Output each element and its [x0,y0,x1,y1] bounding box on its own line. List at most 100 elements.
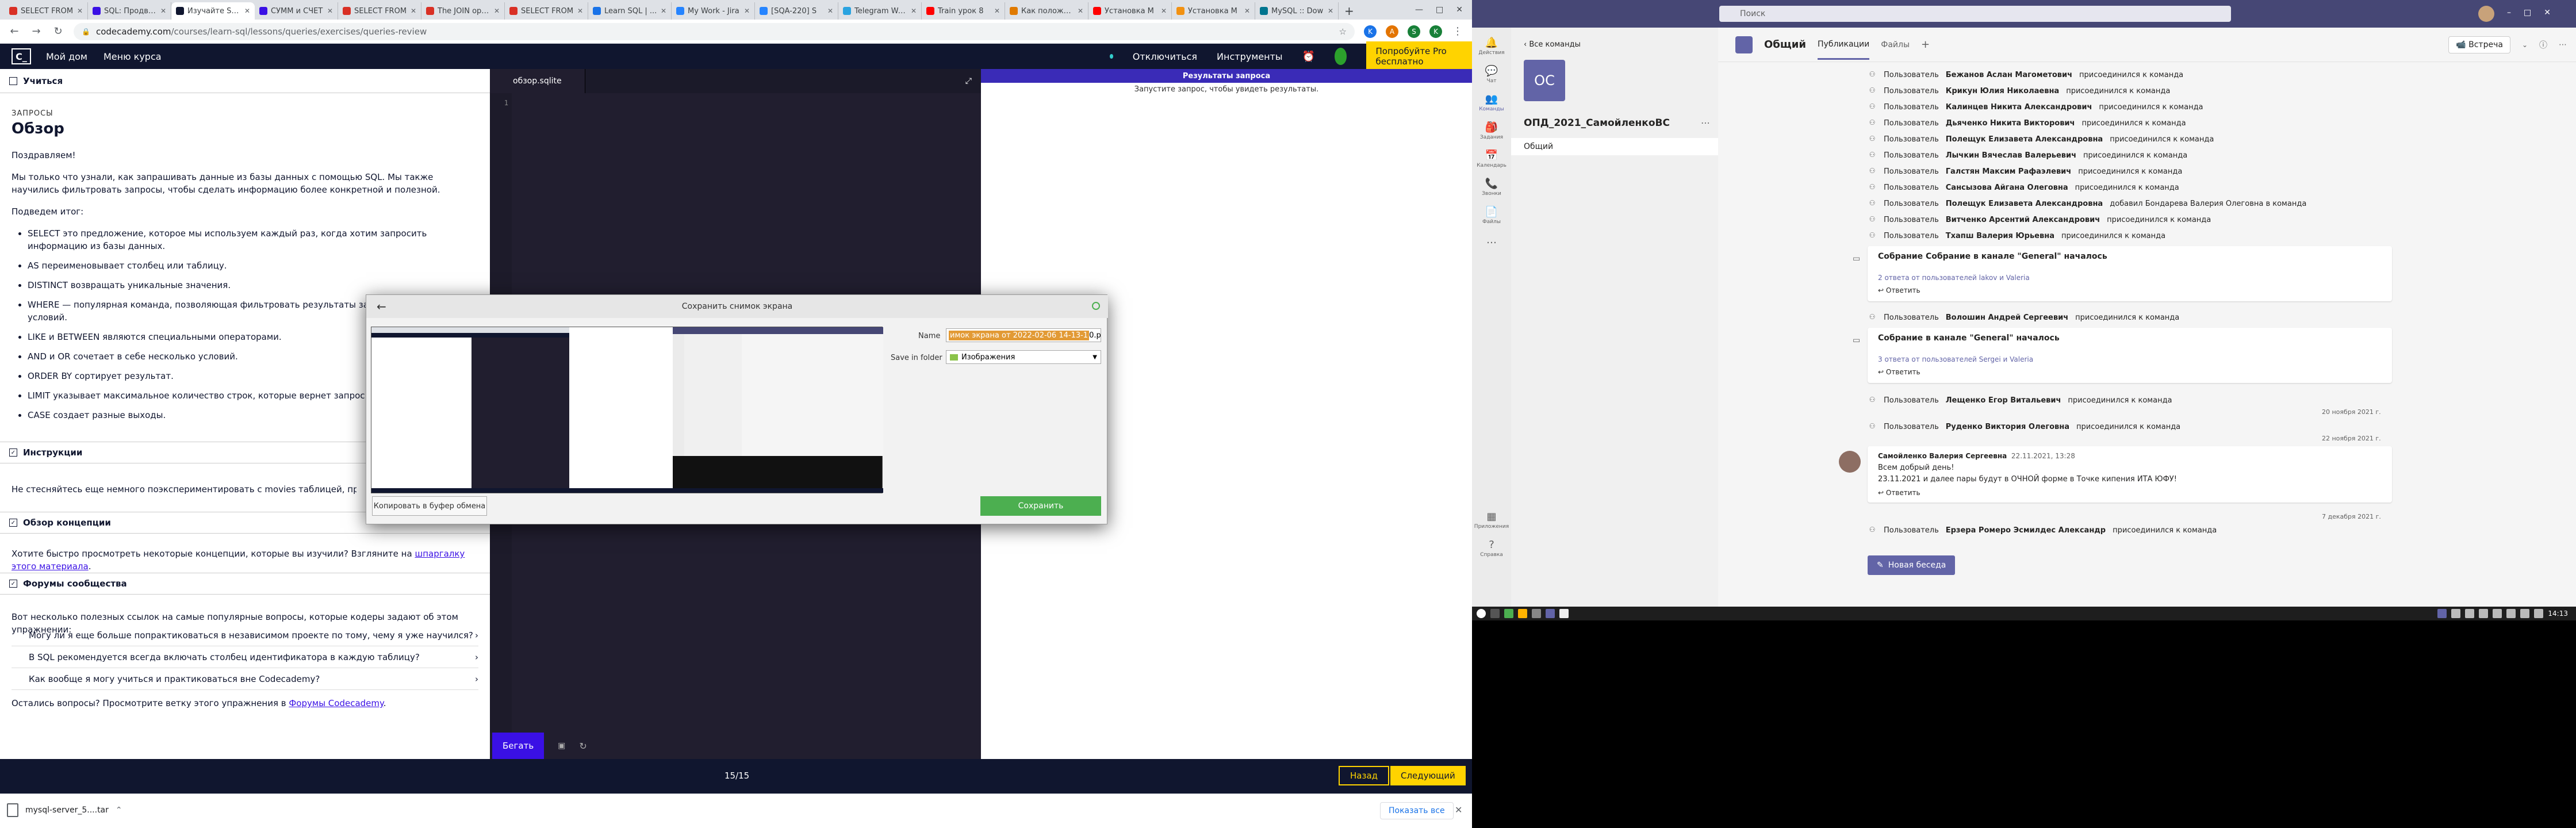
chevron-up-icon[interactable]: ⌃ [116,806,122,815]
codecademy-logo[interactable]: C_ [12,48,31,64]
browser-tab[interactable]: Как положить ✕ [1005,2,1088,20]
tray-icon[interactable] [2493,609,2502,618]
app-icon[interactable] [1546,609,1555,618]
tray-icon[interactable] [2451,609,2461,618]
rail-assignments[interactable]: 🎒 Задания [1472,121,1511,140]
all-teams-link[interactable]: ‹ Все команды [1524,40,1581,49]
browser-tab[interactable]: SELECT FROM ✕ [505,2,588,20]
filename-input[interactable]: имок экрана от 2022-02-06 14-13-10.png [946,328,1101,342]
rail-more[interactable]: … [1472,234,1511,246]
close-tab-icon[interactable]: ✕ [327,7,333,15]
extension-icon[interactable]: S [1408,25,1420,38]
show-all-button[interactable]: Показать все [1380,802,1454,819]
tools-link[interactable]: Инструменты [1217,51,1283,62]
close-tab-icon[interactable]: ✕ [244,7,250,15]
browser-tab[interactable]: Установка M ✕ [1088,2,1172,20]
rail-calendar[interactable]: 📅 Календарь [1472,150,1511,168]
run-button[interactable]: Бегать [492,733,545,759]
browser-tab[interactable]: [SQA-220] S ✕ [755,2,838,20]
profile-avatar[interactable]: K [1429,25,1442,38]
forums-section[interactable]: ✓ Форумы сообщества [0,573,490,595]
reply-button[interactable]: ↩ Ответить [1878,489,1920,497]
tab-files[interactable]: Файлы [1881,40,1910,49]
browser-tab[interactable]: SELECT FROM ✕ [338,2,421,20]
nav-course-menu[interactable]: Меню курса [103,51,162,62]
meet-button[interactable]: 📹 Встреча [2448,36,2510,53]
reply-button[interactable]: ↩ Ответить [1878,286,1920,294]
rail-activity[interactable]: 🔔 Действия [1472,37,1511,56]
tray-icon[interactable] [2506,609,2516,618]
browser-tab[interactable]: My Work - Jira ✕ [672,2,755,20]
close-tab-icon[interactable]: ✕ [1244,7,1250,15]
download-item[interactable]: mysql-server_5....tar ⌃ [7,803,122,817]
forum-link-item[interactable]: Как вообще я могу учиться и практиковать… [12,668,478,690]
back-icon[interactable]: ← [8,25,21,37]
browser-tab[interactable]: SELECT FROM ✕ [5,2,88,20]
menu-icon[interactable]: ⋮ [1451,25,1464,37]
omnibox[interactable]: 🔒 codecademy.com/courses/learn-sql/lesso… [74,22,1355,40]
close-tab-icon[interactable]: ✕ [661,7,666,15]
reply-button[interactable]: ↩ Ответить [1878,368,1920,376]
rail-teams[interactable]: 👥 Команды [1472,93,1511,112]
tab-review-sqlite[interactable]: обзор.sqlite [490,69,585,93]
rail-help[interactable]: ? Справка [1472,539,1511,558]
tray-icon[interactable] [2465,609,2475,618]
copy-to-clipboard-button[interactable]: Копировать в буфер обмена [372,496,487,516]
more-options-icon[interactable]: ⋯ [2559,40,2576,49]
rail-apps[interactable]: ▦ Приложения [1472,511,1511,530]
close-tab-icon[interactable]: ✕ [577,7,583,15]
back-arrow-icon[interactable]: ← [377,300,386,313]
reload-icon[interactable]: ↻ [52,25,64,37]
tray-icon[interactable] [2479,609,2489,618]
nav-my-home[interactable]: Мой дом [46,51,87,62]
search-input[interactable]: Поиск [1719,6,2231,22]
forward-icon[interactable]: → [30,25,43,37]
try-pro-button[interactable]: Попробуйте Pro бесплатно [1366,41,1472,71]
forums-link[interactable]: Форумы Codecademy [289,698,383,708]
browser-tab[interactable]: SQL: Продвинутый✕ [88,2,171,20]
avatar[interactable] [2478,6,2494,22]
close-tab-icon[interactable]: ✕ [994,7,1000,15]
app-icon[interactable] [1559,609,1569,618]
close-tab-icon[interactable]: ✕ [411,7,416,15]
browser-tab[interactable]: Telegram Web ✕ [838,2,922,20]
close-icon[interactable]: ✕ [1455,804,1462,815]
tray-icon[interactable] [2520,609,2530,618]
status-circle-icon[interactable] [1092,302,1100,310]
close-tab-icon[interactable]: ✕ [1328,7,1333,15]
save-icon[interactable]: ▣ [558,741,565,750]
browser-tab[interactable]: СУММ и СЧЁТ ✕ [255,2,338,20]
rail-files[interactable]: 📄 Файлы [1472,206,1511,225]
tray-icon[interactable] [2437,609,2447,618]
new-tab-button[interactable]: + [1339,2,1360,20]
extension-icon[interactable]: K [1364,25,1377,38]
forum-link-item[interactable]: Могу ли я еще больше попрактиковаться в … [12,624,478,646]
save-button[interactable]: Сохранить [980,496,1101,516]
tab-posts[interactable]: Публикации [1818,29,1870,60]
channel-general[interactable]: Общий [1511,138,1718,155]
clock[interactable]: 14:13 [2548,610,2571,618]
rail-calls[interactable]: 📞 Звонки [1472,178,1511,197]
close-tab-icon[interactable]: ✕ [1078,7,1083,15]
close-tab-icon[interactable]: ✕ [77,7,83,15]
add-tab-icon[interactable]: + [1921,39,1930,51]
browser-tab[interactable]: Train урок 8 ✕ [922,2,1005,20]
avatar[interactable] [1334,48,1347,65]
next-button[interactable]: Следующий [1390,766,1466,785]
folder-select[interactable]: Изображения ▼ [946,350,1101,364]
new-conversation-button[interactable]: ✎ Новая беседа [1868,555,1956,575]
start-icon[interactable] [1477,609,1486,618]
learn-tab[interactable]: Учиться [23,76,63,86]
close-tab-icon[interactable]: ✕ [911,7,917,15]
info-icon[interactable]: ⓘ [2539,39,2547,51]
chevron-down-icon[interactable]: ⌄ [2522,41,2528,49]
reset-icon[interactable]: ↻ [579,741,586,752]
more-options-icon[interactable]: ⋯ [1701,117,1710,128]
forum-link-item[interactable]: В SQL рекомендуется всегда включать стол… [12,646,478,668]
star-icon[interactable]: ☆ [1339,26,1347,37]
maximize-button[interactable]: □ [1436,5,1443,14]
alarm-icon[interactable]: ⏰ [1302,51,1315,63]
browser-tab[interactable]: MySQL :: Dow ✕ [1255,2,1339,20]
browser-tab[interactable]: Learn SQL | ... ✕ [588,2,672,20]
close-tab-icon[interactable]: ✕ [744,7,750,15]
